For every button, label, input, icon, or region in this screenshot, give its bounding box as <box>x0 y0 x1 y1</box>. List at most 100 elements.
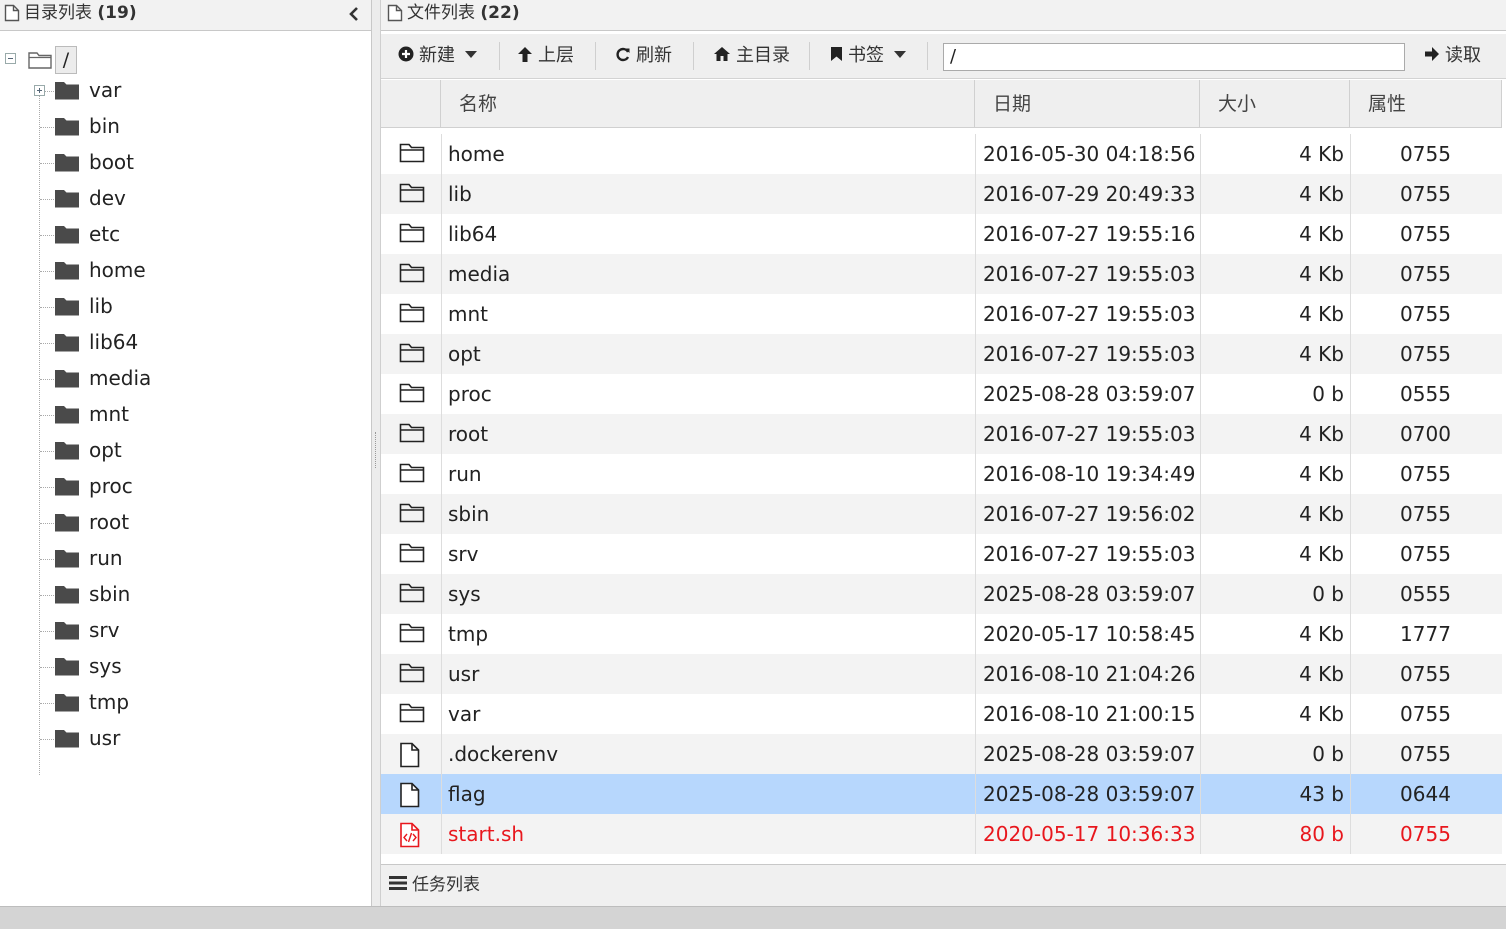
folder-outline-icon <box>399 463 425 483</box>
parent-dir-button[interactable]: 上层 <box>517 34 574 78</box>
folder-filled-icon <box>55 478 79 496</box>
file-row-icon-cell <box>381 774 441 814</box>
column-header-icon <box>381 80 441 127</box>
tree-connector-line <box>40 379 54 380</box>
read-button[interactable]: 读取 <box>1424 34 1481 78</box>
tree-item[interactable]: sbin <box>40 577 340 613</box>
tree-item[interactable]: opt <box>40 433 340 469</box>
new-button[interactable]: 新建 <box>398 34 477 78</box>
file-row[interactable]: lib 2016-07-29 20:49:33 4 Kb 0755 <box>381 174 1502 214</box>
collapse-panel-button[interactable] <box>344 3 364 25</box>
tree-item[interactable]: dev <box>40 181 340 217</box>
folder-filled-icon <box>55 550 79 568</box>
tree-item[interactable]: home <box>40 253 340 289</box>
file-row[interactable]: opt 2016-07-27 19:55:03 4 Kb 0755 <box>381 334 1502 374</box>
folder-filled-icon <box>55 334 79 352</box>
tree-connector-line <box>40 523 54 524</box>
file-row[interactable]: root 2016-07-27 19:55:03 4 Kb 0700 <box>381 414 1502 454</box>
file-row[interactable]: sbin 2016-07-27 19:56:02 4 Kb 0755 <box>381 494 1502 534</box>
file-row[interactable]: proc 2025-08-28 03:59:07 0 b 0555 <box>381 374 1502 414</box>
folder-outline-icon <box>399 183 425 203</box>
file-row-icon-cell <box>381 374 441 414</box>
folder-filled-icon <box>55 622 79 640</box>
folder-outline-icon <box>399 703 425 723</box>
file-row[interactable]: srv 2016-07-27 19:55:03 4 Kb 0755 <box>381 534 1502 574</box>
task-panel[interactable]: 任务列表 <box>381 864 1506 907</box>
chevron-left-icon <box>349 7 358 21</box>
tree-item[interactable]: mnt <box>40 397 340 433</box>
splitter-grip[interactable] <box>375 432 378 468</box>
file-row-name: sys <box>441 574 975 614</box>
toolbar-divider <box>927 42 928 70</box>
file-row[interactable]: tmp 2020-05-17 10:58:45 4 Kb 1777 <box>381 614 1502 654</box>
tree-item[interactable]: usr <box>40 721 340 757</box>
file-row[interactable]: var 2016-08-10 21:00:15 4 Kb 0755 <box>381 694 1502 734</box>
tree-item[interactable]: media <box>40 361 340 397</box>
tree-item[interactable]: var <box>34 73 340 109</box>
file-row-name: var <box>441 694 975 734</box>
tree-item[interactable]: tmp <box>40 685 340 721</box>
task-panel-title[interactable]: 任务列表 <box>389 873 480 897</box>
tree-item[interactable]: sys <box>40 649 340 685</box>
folder-filled-icon <box>55 154 79 172</box>
toolbar-divider <box>499 42 500 70</box>
tree-item[interactable]: etc <box>40 217 340 253</box>
tree-root-node[interactable]: / <box>0 38 100 74</box>
file-row-icon-cell <box>381 334 441 374</box>
folder-outline-icon <box>399 423 425 443</box>
file-row-date: 2016-05-30 04:18:56 <box>975 134 1200 174</box>
expand-node-toggle[interactable] <box>34 85 45 96</box>
file-row-attr: 0555 <box>1350 574 1500 614</box>
tree-item[interactable]: lib <box>40 289 340 325</box>
file-row-attr: 1777 <box>1350 614 1500 654</box>
file-row[interactable]: media 2016-07-27 19:55:03 4 Kb 0755 <box>381 254 1502 294</box>
file-row-date: 2016-07-27 19:55:03 <box>975 294 1200 334</box>
folder-filled-icon <box>55 190 79 208</box>
file-row[interactable]: home 2016-05-30 04:18:56 4 Kb 0755 <box>381 134 1502 174</box>
bookmark-button-label: 书签 <box>848 45 884 66</box>
column-header-date[interactable]: 日期 <box>975 80 1200 127</box>
tree-item[interactable]: srv <box>40 613 340 649</box>
folder-outline-icon <box>399 383 425 403</box>
tree-item[interactable]: lib64 <box>40 325 340 361</box>
tree-connector-line <box>40 307 54 308</box>
refresh-button[interactable]: 刷新 <box>615 34 672 78</box>
file-row-size: 4 Kb <box>1200 214 1350 254</box>
file-row[interactable]: start.sh 2020-05-17 10:36:33 80 b 0755 <box>381 814 1502 854</box>
collapse-node-toggle[interactable] <box>5 53 16 64</box>
file-row-icon-cell <box>381 614 441 654</box>
column-header-size[interactable]: 大小 <box>1200 80 1350 127</box>
tree-item[interactable]: root <box>40 505 340 541</box>
folder-filled-icon <box>55 262 79 280</box>
tree-root-label[interactable]: / <box>55 46 77 74</box>
file-row-icon-cell <box>381 814 441 854</box>
file-row-name: tmp <box>441 614 975 654</box>
file-row-size: 4 Kb <box>1200 334 1350 374</box>
file-row-size: 0 b <box>1200 574 1350 614</box>
tree-connector-line <box>40 271 54 272</box>
tree-item[interactable]: proc <box>40 469 340 505</box>
home-dir-button[interactable]: 主目录 <box>713 34 790 78</box>
file-row-date: 2016-08-10 21:00:15 <box>975 694 1200 734</box>
bottom-scrollbar[interactable] <box>0 906 1506 929</box>
tree-item[interactable]: boot <box>40 145 340 181</box>
tree-item[interactable]: bin <box>40 109 340 145</box>
file-row[interactable]: flag 2025-08-28 03:59:07 43 b 0644 <box>381 774 1502 814</box>
tree-item-label: root <box>89 510 130 534</box>
column-header-name[interactable]: 名称 <box>441 80 975 127</box>
tree-item[interactable]: run <box>40 541 340 577</box>
path-input[interactable] <box>943 43 1405 71</box>
tree-connector-line <box>40 739 54 740</box>
file-row-size: 4 Kb <box>1200 454 1350 494</box>
folder-filled-icon <box>55 442 79 460</box>
file-row[interactable]: .dockerenv 2025-08-28 03:59:07 0 b 0755 <box>381 734 1502 774</box>
file-row[interactable]: usr 2016-08-10 21:04:26 4 Kb 0755 <box>381 654 1502 694</box>
bookmark-button[interactable]: 书签 <box>830 34 906 78</box>
file-row[interactable]: mnt 2016-07-27 19:55:03 4 Kb 0755 <box>381 294 1502 334</box>
file-grid-header: 名称 日期 大小 属性 <box>381 80 1502 128</box>
column-header-attr[interactable]: 属性 <box>1350 80 1502 127</box>
file-row[interactable]: run 2016-08-10 19:34:49 4 Kb 0755 <box>381 454 1502 494</box>
file-row[interactable]: lib64 2016-07-27 19:55:16 4 Kb 0755 <box>381 214 1502 254</box>
file-row[interactable]: sys 2025-08-28 03:59:07 0 b 0555 <box>381 574 1502 614</box>
tree-item-label: home <box>89 258 146 282</box>
